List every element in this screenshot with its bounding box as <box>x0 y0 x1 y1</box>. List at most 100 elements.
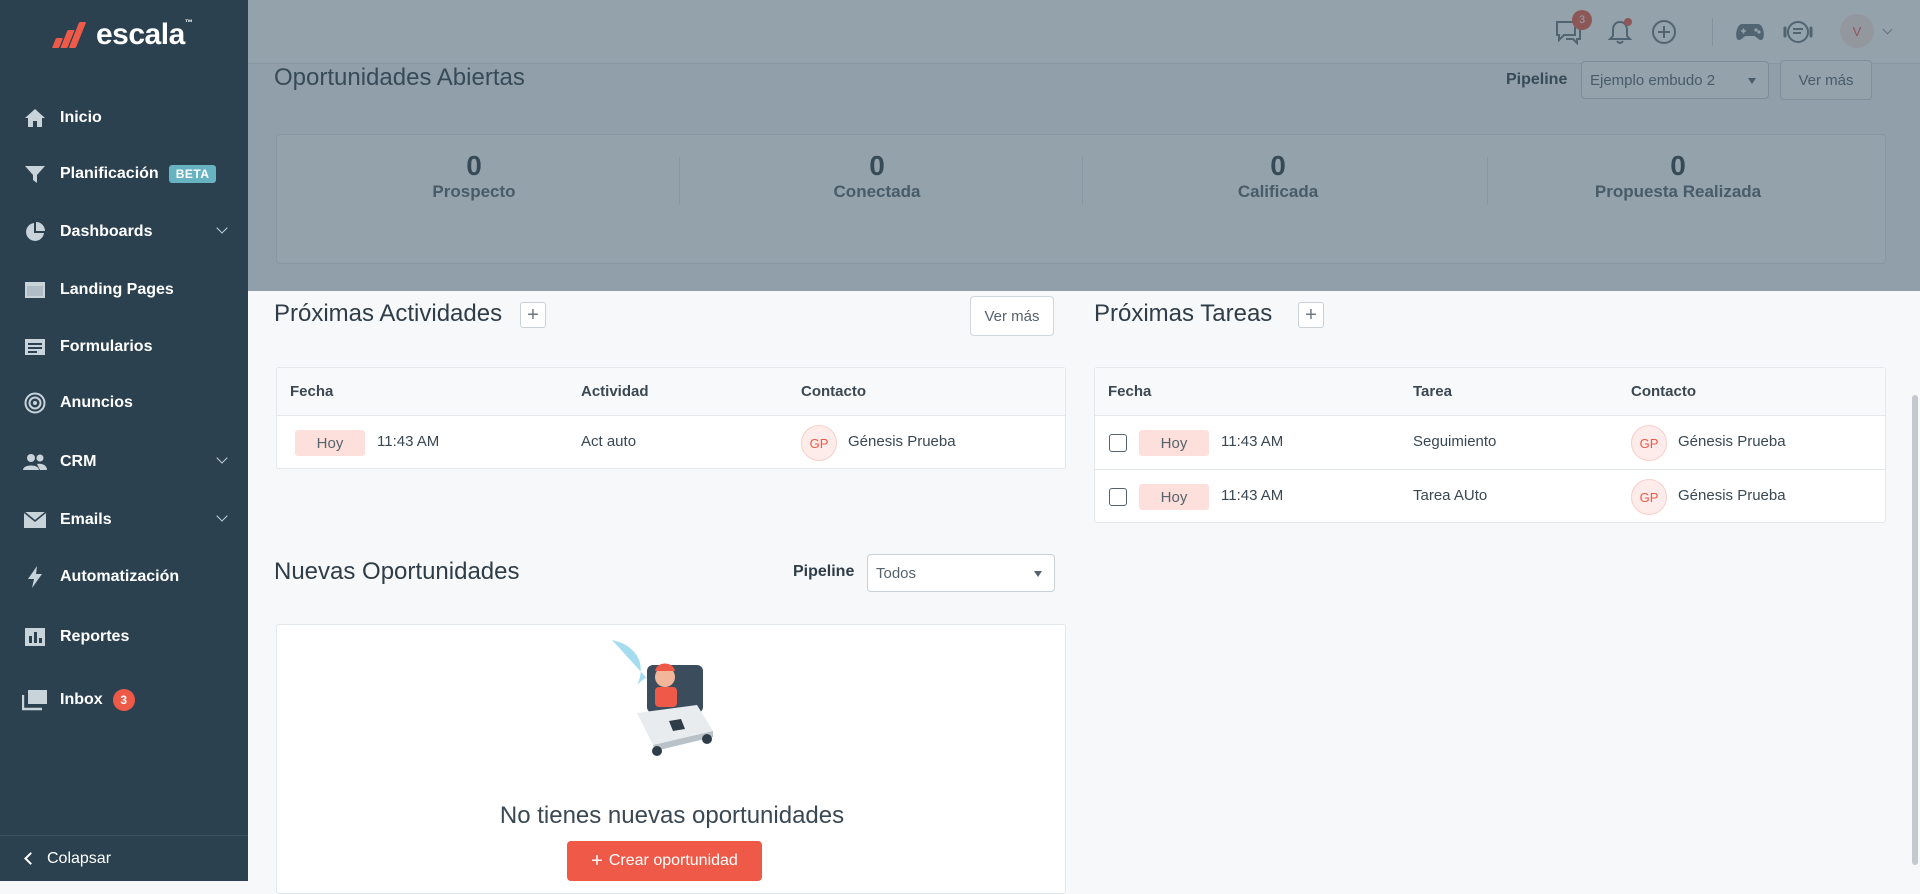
sidebar-item-inicio[interactable]: Inicio <box>0 98 248 138</box>
chevron-down-icon <box>216 510 228 522</box>
bolt-icon <box>22 566 48 588</box>
form-icon <box>22 336 48 358</box>
add-task-button[interactable]: + <box>1298 302 1324 328</box>
stage-calificada[interactable]: 0 Calificada <box>1083 150 1473 202</box>
column-header: Contacto <box>801 383 866 400</box>
chevron-left-icon <box>24 852 37 865</box>
report-icon <box>22 626 48 648</box>
table-header: Fecha Tarea Contacto <box>1095 368 1885 416</box>
chevron-down-icon <box>216 222 228 234</box>
activities-view-more-button[interactable]: Ver más <box>970 296 1054 336</box>
stage-count: 0 <box>466 150 482 181</box>
new-opportunities-pipeline-select[interactable]: Todos <box>867 554 1055 592</box>
gamepad-icon[interactable] <box>1732 14 1768 50</box>
users-icon <box>22 451 48 473</box>
plus-icon: + <box>527 304 539 326</box>
add-activity-button[interactable]: + <box>520 302 546 328</box>
time-cell: 11:43 AM <box>1221 433 1284 450</box>
sidebar-item-reportes[interactable]: Reportes <box>0 617 248 657</box>
logo-mark-icon <box>50 22 90 48</box>
dropdown-caret-icon <box>1034 571 1042 577</box>
date-badge: Hoy <box>1139 430 1209 456</box>
tasks-table: Fecha Tarea Contacto Hoy 11:43 AM Seguim… <box>1094 367 1886 523</box>
chevron-down-icon[interactable] <box>1882 24 1893 35</box>
time-cell: 11:43 AM <box>1221 487 1284 504</box>
contact-name[interactable]: Génesis Prueba <box>1678 433 1786 450</box>
new-opportunities-card: No tienes nuevas oportunidades + Crear o… <box>276 624 1066 894</box>
task-checkbox[interactable] <box>1109 434 1127 452</box>
stage-label: Prospecto <box>432 181 516 201</box>
date-badge: Hoy <box>295 430 365 456</box>
stage-prospecto[interactable]: 0 Prospecto <box>279 150 669 202</box>
create-opportunity-button[interactable]: + Crear oportunidad <box>567 841 762 881</box>
home-icon <box>22 107 48 129</box>
plus-icon: + <box>591 850 603 872</box>
contact-name[interactable]: Génesis Prueba <box>1678 487 1786 504</box>
time-cell: 11:43 AM <box>377 433 440 450</box>
contact-avatar: GP <box>1631 479 1667 515</box>
table-row[interactable]: Hoy 11:43 AM Act auto GP Génesis Prueba <box>277 416 1065 470</box>
chevron-down-icon <box>216 452 228 464</box>
pipeline-select[interactable]: Ejemplo embudo 2 <box>1581 61 1769 99</box>
activity-name[interactable]: Act auto <box>581 433 636 450</box>
collapse-button[interactable]: Colapsar <box>0 835 248 881</box>
notification-dot <box>1624 18 1632 26</box>
sidebar-item-crm[interactable]: CRM <box>0 442 248 482</box>
pipeline-stages-card: 0 Prospecto 0 Conectada 0 Calificada 0 P… <box>276 134 1886 264</box>
sidebar-item-label: Dashboards <box>60 223 153 240</box>
sidebar-item-formularios[interactable]: Formularios <box>0 327 248 367</box>
create-opportunity-label: Crear oportunidad <box>608 852 738 869</box>
sidebar-item-landing-pages[interactable]: Landing Pages <box>0 270 248 310</box>
add-circle-icon[interactable] <box>1646 14 1682 50</box>
tasks-title: Próximas Tareas <box>1094 300 1273 327</box>
sidebar-item-label: Anuncios <box>60 394 133 411</box>
sidebar-item-label: Emails <box>60 511 112 528</box>
contact-avatar: GP <box>1631 425 1667 461</box>
task-checkbox[interactable] <box>1109 488 1127 506</box>
open-opportunities-view-more-button[interactable]: Ver más <box>1780 60 1872 100</box>
task-name[interactable]: Tarea AUto <box>1413 487 1487 504</box>
sidebar-item-label: Landing Pages <box>60 281 174 298</box>
open-opportunities-title: Oportunidades Abiertas <box>274 64 525 91</box>
sidebar-item-label: Inicio <box>60 109 102 126</box>
plus-icon: + <box>1305 304 1317 326</box>
task-name[interactable]: Seguimiento <box>1413 433 1496 450</box>
column-header: Fecha <box>290 383 334 400</box>
funnel-icon <box>22 163 48 185</box>
beta-badge: BETA <box>168 165 217 183</box>
sidebar-item-anuncios[interactable]: Anuncios <box>0 383 248 423</box>
activities-title: Próximas Actividades <box>274 300 503 327</box>
scrollbar[interactable] <box>1912 395 1918 865</box>
collapse-label: Colapsar <box>47 849 112 867</box>
envelope-icon <box>22 509 48 531</box>
user-avatar[interactable]: V <box>1840 14 1874 48</box>
bell-icon[interactable] <box>1602 14 1638 50</box>
sidebar-item-automatizacion[interactable]: Automatización <box>0 557 248 597</box>
stage-label: Conectada <box>833 181 921 201</box>
column-header: Fecha <box>1108 383 1152 400</box>
sidebar-item-planificacion[interactable]: Planificación BETA <box>0 154 248 194</box>
table-row: Hoy 11:43 AM Tarea AUto GP Génesis Prueb… <box>1095 470 1885 524</box>
main-content: 3 V Oportunidades Abiertas Pipeline Ejem… <box>248 0 1920 894</box>
stage-propuesta-realizada[interactable]: 0 Propuesta Realizada <box>1483 150 1873 202</box>
sidebar-item-emails[interactable]: Emails <box>0 500 248 540</box>
column-header: Contacto <box>1631 383 1696 400</box>
sidebar-item-label: Reportes <box>60 628 130 645</box>
column-header: Tarea <box>1413 383 1452 400</box>
sidebar: escala™ Inicio Planificación BETA Dashbo… <box>0 0 248 881</box>
support-chat-icon[interactable] <box>1780 14 1816 50</box>
sidebar-item-dashboards[interactable]: Dashboards <box>0 212 248 252</box>
contact-name[interactable]: Génesis Prueba <box>848 433 956 450</box>
divider <box>679 157 680 205</box>
logo[interactable]: escala™ <box>50 18 193 52</box>
date-badge: Hoy <box>1139 484 1209 510</box>
table-row: Hoy 11:43 AM Seguimiento GP Génesis Prue… <box>1095 416 1885 470</box>
sidebar-item-label: Formularios <box>60 338 153 355</box>
stage-conectada[interactable]: 0 Conectada <box>682 150 1072 202</box>
topbar: 3 V <box>248 0 1920 64</box>
contact-avatar: GP <box>801 425 837 461</box>
sidebar-item-label: CRM <box>60 453 97 470</box>
sidebar-item-inbox[interactable]: Inbox 3 <box>0 680 248 720</box>
sidebar-item-label: Inbox <box>60 691 103 708</box>
chat-icon[interactable]: 3 <box>1550 10 1592 50</box>
